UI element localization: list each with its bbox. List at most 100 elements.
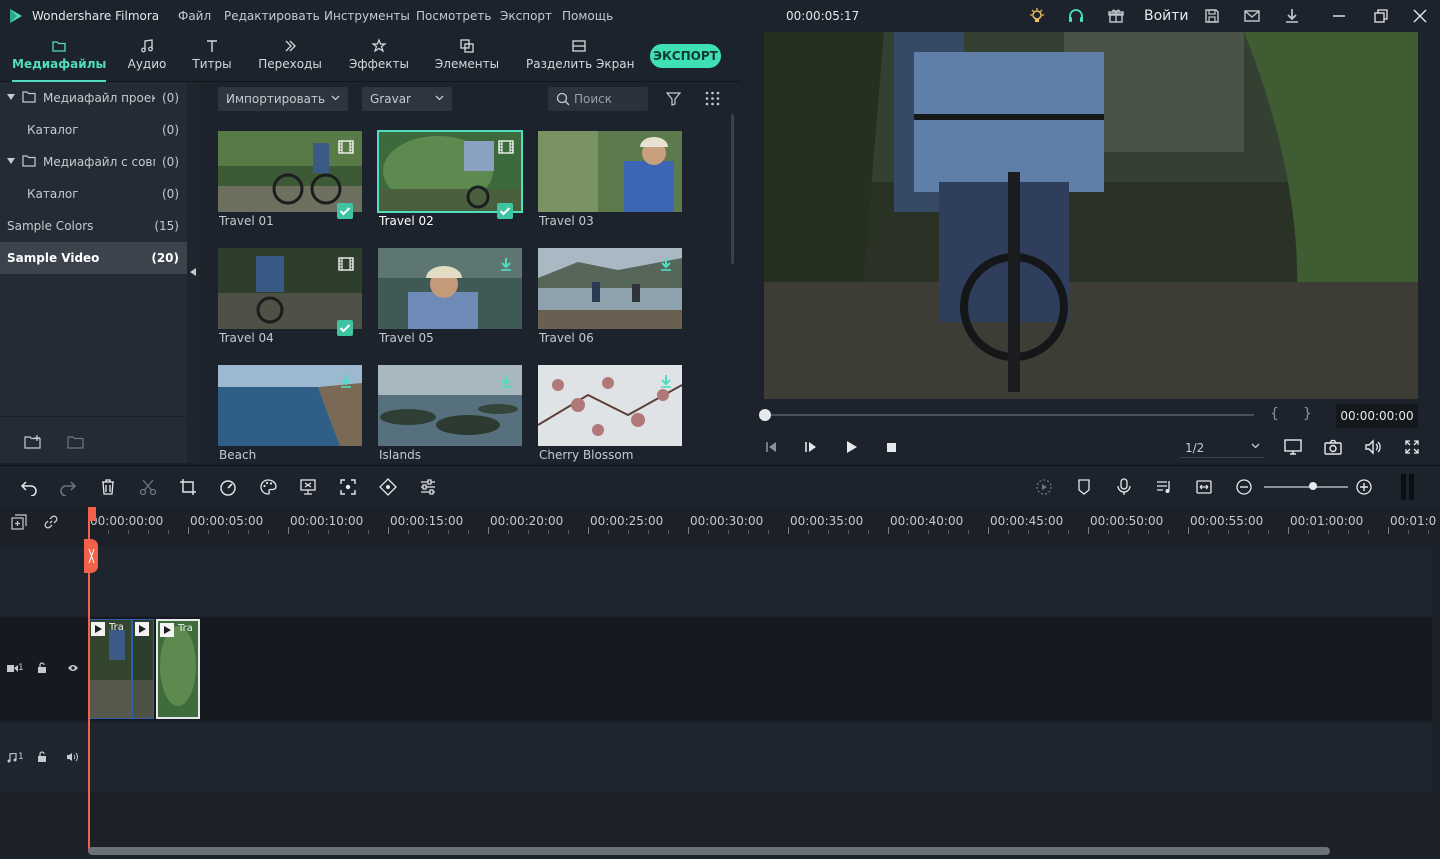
sidebar-item-catalog-2[interactable]: Каталог (0) [0,178,187,210]
adjust-sliders-icon[interactable] [419,478,437,496]
close-icon[interactable] [1411,7,1429,25]
minimize-icon[interactable] [1330,7,1348,25]
filter-icon[interactable] [666,91,681,106]
download-arrow-icon[interactable] [340,374,352,388]
color-palette-icon[interactable] [259,478,277,496]
headset-icon[interactable] [1067,7,1085,25]
voiceover-icon[interactable] [1155,478,1173,496]
tab-media[interactable]: Медиафайлы [12,32,106,82]
tab-titles[interactable]: Титры [186,32,238,82]
media-item-travel-02[interactable]: Travel 02 [377,130,523,228]
timeline-clip-travel-01[interactable]: Tra [88,619,132,719]
mark-in-button[interactable]: { [1270,406,1279,422]
microphone-icon[interactable] [1115,478,1133,496]
menu-export[interactable]: Экспорт [500,9,552,23]
add-track-icon[interactable] [11,514,27,530]
stop-icon[interactable] [884,440,898,454]
menu-view[interactable]: Посмотреть [416,9,491,23]
lock-icon[interactable] [37,751,47,763]
mark-out-button[interactable]: } [1303,406,1312,422]
tab-elements[interactable]: Элементы [432,32,502,82]
fullscreen-icon[interactable] [1404,439,1420,455]
search-input[interactable] [574,91,644,107]
snap-icon[interactable] [1195,478,1213,496]
crop-icon[interactable] [179,478,197,496]
download-arrow-icon[interactable] [500,257,512,271]
library-scrollbar[interactable] [731,114,734,264]
import-dropdown[interactable]: Импортировать [218,87,348,111]
cut-icon[interactable] [139,478,157,496]
green-screen-icon[interactable] [299,478,317,496]
tab-split-screen[interactable]: Разделить Экран [526,32,634,82]
sidebar-item-shared-media[interactable]: Медиафайл с совме (0) [0,146,187,178]
sidebar-item-catalog[interactable]: Каталог (0) [0,114,187,146]
zoom-slider-knob[interactable] [1309,482,1317,490]
new-folder-icon[interactable] [24,434,42,450]
step-forward-icon[interactable] [804,440,818,454]
camera-snapshot-icon[interactable] [1324,439,1342,455]
scrubber-knob[interactable] [759,409,771,421]
step-back-icon[interactable] [764,440,778,454]
menu-file[interactable]: Файл [178,9,211,23]
zoom-slider[interactable] [1264,486,1348,488]
link-icon[interactable] [43,514,59,530]
monitor-icon[interactable] [1284,439,1302,455]
menu-edit[interactable]: Редактировать [224,9,320,23]
volume-icon[interactable] [1364,439,1382,455]
mail-icon[interactable] [1243,7,1261,25]
grid-view-icon[interactable] [705,91,720,106]
zoom-in-icon[interactable] [1355,478,1373,496]
record-dropdown[interactable]: Gravar [362,87,452,111]
redo-icon[interactable] [59,478,77,496]
download-arrow-icon[interactable] [500,374,512,388]
media-item-beach[interactable]: Beach [218,365,362,462]
expand-caret-icon[interactable] [7,94,15,100]
lock-icon[interactable] [37,662,47,674]
download-arrow-icon[interactable] [660,374,672,388]
folder-outline-icon[interactable] [67,434,85,450]
tab-effects[interactable]: Эффекты [344,32,414,82]
media-item-travel-04[interactable]: Travel 04 [218,248,362,345]
time-ruler[interactable]: 00:00:00:00 00:00:05:00 00:00:10:00 00:00:1… [88,507,1440,539]
media-item-travel-01[interactable]: Travel 01 [218,131,362,228]
timeline-clip-travel-04[interactable] [132,619,154,719]
keyframe-icon[interactable] [379,478,397,496]
pause-icon[interactable] [1401,474,1415,500]
sidebar-item-sample-colors[interactable]: Sample Colors (15) [0,210,187,242]
playhead-split-marker[interactable] [84,539,98,573]
zoom-out-icon[interactable] [1235,478,1253,496]
eye-icon[interactable] [67,663,79,673]
undo-icon[interactable] [20,478,38,496]
download-arrow-icon[interactable] [660,257,672,271]
save-icon[interactable] [1203,7,1221,25]
menu-help[interactable]: Помощь [562,9,613,23]
download-icon[interactable] [1283,7,1301,25]
speed-icon[interactable] [219,478,237,496]
render-preview-icon[interactable] [1035,478,1053,496]
media-item-travel-03[interactable]: Travel 03 [538,131,682,228]
quality-select[interactable]: 1/2 [1180,436,1264,458]
playhead-handle[interactable] [88,507,96,521]
play-icon[interactable] [844,440,858,454]
speaker-icon[interactable] [66,752,78,762]
stabilize-icon[interactable] [339,478,357,496]
media-item-travel-05[interactable]: Travel 05 [378,248,522,345]
tab-transitions[interactable]: Переходы [254,32,326,82]
marker-icon[interactable] [1075,478,1093,496]
media-item-cherry-blossom[interactable]: Cherry Blossom [538,365,682,462]
menu-tools[interactable]: Инструменты [324,9,410,23]
login-button[interactable]: Войти [1144,8,1189,24]
delete-icon[interactable] [99,478,117,496]
timeline-horizontal-scrollbar[interactable] [88,847,1330,855]
restore-icon[interactable] [1372,7,1390,25]
export-button[interactable]: ЭКСПОРТ [650,44,721,68]
timeline-clip-travel-02[interactable]: Tra [156,619,200,719]
media-item-travel-06[interactable]: Travel 06 [538,248,682,345]
preview-scrubber[interactable] [759,409,1254,421]
media-item-islands[interactable]: Islands [378,365,522,462]
sidebar-item-sample-video[interactable]: Sample Video (20) [0,242,187,274]
expand-caret-icon[interactable] [7,158,15,164]
tab-audio[interactable]: Аудио [118,32,176,82]
sidebar-collapse-handle[interactable] [187,82,201,463]
lightbulb-icon[interactable] [1028,7,1046,25]
